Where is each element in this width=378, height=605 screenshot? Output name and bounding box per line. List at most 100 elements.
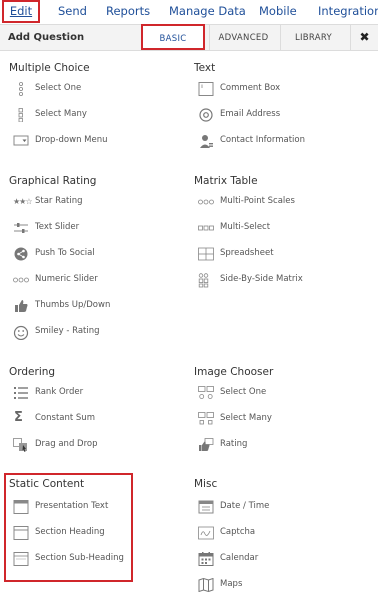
option-numeric-slider[interactable]: Numeric Slider [9,271,179,291]
menu-integration[interactable]: Integration [318,4,378,18]
section-title: Multiple Choice [9,62,90,74]
option-contact-information[interactable]: Contact Information [194,132,364,152]
option-label: Date / Time [220,501,270,511]
thumbs-up-icon [15,300,28,312]
option-multi-select[interactable]: Multi-Select [194,219,364,239]
option-label: Comment Box [220,83,281,93]
option-side-by-side-matrix[interactable]: Side-By-Side Matrix [194,271,364,291]
option-label: Thumbs Up/Down [35,300,111,310]
dropdown-icon [13,135,29,146]
option-label: Drag and Drop [35,439,98,449]
section-image-chooser: Image Chooser Select One Select Many Rat… [194,366,374,451]
star-rating-icon: ★★☆ [13,197,33,206]
option-label: Push To Social [35,248,95,258]
multi-select-matrix-icon [198,225,214,231]
option-label: Spreadsheet [220,248,274,258]
image-choice-icon [198,386,214,399]
section-title: Image Chooser [194,366,274,378]
option-date-time[interactable]: Date / Time [194,498,364,518]
menu-edit[interactable]: Edit [2,0,40,23]
option-text-slider[interactable]: Text Slider [9,219,179,239]
option-rank-order[interactable]: Rank Order [9,384,179,404]
date-time-icon [198,500,214,514]
radio-list-icon [19,82,24,96]
option-select-one[interactable]: Select One [9,80,179,100]
option-label: Select Many [220,413,272,423]
add-question-toolbar: Add Question BASIC ADVANCED LIBRARY ✖ [0,24,378,51]
calendar-icon [198,552,214,566]
option-label: Calendar [220,553,259,563]
section-text: Text Comment Box Email Address Contact I… [194,62,374,148]
share-icon [14,247,28,261]
image-multi-choice-icon [198,412,214,425]
option-captcha[interactable]: Captcha [194,524,364,544]
option-label: Rank Order [35,387,84,397]
option-smiley-rating[interactable]: Smiley - Rating [9,323,179,343]
menu-send[interactable]: Send [58,4,87,18]
section-title: Graphical Rating [9,175,97,187]
tab-advanced[interactable]: ADVANCED [209,25,277,50]
captcha-icon [198,526,214,540]
option-label: Numeric Slider [35,274,98,284]
option-label: Email Address [220,109,281,119]
section-multiple-choice: Multiple Choice Select One Select Many D… [9,62,184,146]
option-label: Maps [220,579,243,589]
section-title: Misc [194,478,218,490]
section-ordering: Ordering Rank Order Σ Constant Sum Drag … [9,366,184,452]
option-label: Select One [35,83,82,93]
option-image-select-one[interactable]: Select One [194,384,364,404]
map-icon [198,578,214,592]
section-title: Matrix Table [194,175,258,187]
option-thumbs-up-down[interactable]: Thumbs Up/Down [9,297,179,317]
sigma-icon: Σ [14,410,23,425]
option-label: Multi-Point Scales [220,196,295,206]
option-star-rating[interactable]: ★★☆ Star Rating [9,193,179,213]
option-label: Text Slider [35,222,80,232]
slider-icon [14,223,28,233]
menu-mobile[interactable]: Mobile [259,4,297,18]
panel-title: Add Question [8,32,85,43]
option-label: Drop-down Menu [35,135,108,145]
option-comment-box[interactable]: Comment Box [194,80,364,100]
option-drag-and-drop[interactable]: Drag and Drop [9,436,179,456]
menu-reports[interactable]: Reports [106,4,150,18]
section-title: Ordering [9,366,56,378]
option-email-address[interactable]: Email Address [194,106,364,126]
option-select-many[interactable]: Select Many [9,106,179,126]
option-label: Contact Information [220,135,305,145]
option-maps[interactable]: Maps [194,576,364,596]
spreadsheet-icon [198,247,214,261]
section-graphical-rating: Graphical Rating ★★☆ Star Rating Text Sl… [9,175,184,340]
drag-drop-icon [13,438,27,452]
checkbox-list-icon [18,108,23,122]
section-misc: Misc Date / Time Captcha Calendar Maps [194,478,374,592]
option-label: Select One [220,387,267,397]
option-dropdown-menu[interactable]: Drop-down Menu [9,132,179,152]
option-calendar[interactable]: Calendar [194,550,364,570]
option-label: Constant Sum [35,413,95,423]
option-push-to-social[interactable]: Push To Social [9,245,179,265]
tab-basic[interactable]: BASIC [141,24,205,50]
close-button[interactable]: ✖ [350,25,378,50]
option-label: Rating [220,439,248,449]
tab-library[interactable]: LIBRARY [280,25,346,50]
menu-manage-data[interactable]: Manage Data [169,4,246,18]
section-matrix-table: Matrix Table Multi-Point Scales Multi-Se… [194,175,374,288]
image-rating-icon [199,438,214,451]
comment-box-icon [198,82,214,96]
option-image-select-many[interactable]: Select Many [194,410,364,430]
smiley-icon [13,325,29,340]
contact-person-icon [200,135,213,148]
top-menu-bar: Edit Send Reports Manage Data Mobile Int… [0,0,378,24]
numeric-scale-icon [13,277,29,283]
option-multi-point-scales[interactable]: Multi-Point Scales [194,193,364,213]
side-by-side-matrix-icon [198,273,209,288]
option-image-rating[interactable]: Rating [194,436,364,456]
option-constant-sum[interactable]: Σ Constant Sum [9,410,179,430]
option-spreadsheet[interactable]: Spreadsheet [194,245,364,265]
option-label: Side-By-Side Matrix [220,274,303,284]
option-label: Captcha [220,527,256,537]
multi-point-scale-icon [198,199,214,205]
ranked-list-icon [14,387,28,399]
option-label: Select Many [35,109,87,119]
